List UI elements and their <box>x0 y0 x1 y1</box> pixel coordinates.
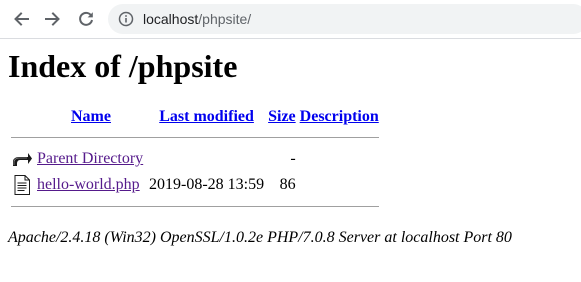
separator-row <box>10 199 380 214</box>
forward-button[interactable] <box>41 7 65 31</box>
icon-column-header <box>10 106 34 128</box>
table-row: hello-world.php 2019-08-28 13:59 86 <box>10 173 380 197</box>
server-signature: Apache/2.4.18 (Win32) OpenSSL/1.0.2e PHP… <box>8 229 512 246</box>
url-text[interactable]: localhost/phpsite/ <box>143 10 251 28</box>
bottom-divider <box>11 206 379 207</box>
name-column-header[interactable]: Name <box>36 106 146 128</box>
size-column-header[interactable]: Size <box>267 106 297 128</box>
row-icon-cell <box>10 147 34 171</box>
sort-by-last-modified-link[interactable]: Last modified <box>159 108 254 125</box>
back-button[interactable] <box>9 7 33 31</box>
reload-icon <box>79 11 93 26</box>
header-row: Name Last modified Size Description <box>10 106 380 128</box>
row-last-modified <box>148 147 265 171</box>
browser-toolbar: localhost/phpsite/ <box>0 0 581 39</box>
description-column-header[interactable]: Description <box>299 106 380 128</box>
row-name-cell[interactable]: Parent Directory <box>36 147 146 171</box>
top-divider <box>11 137 379 138</box>
back-arrow-icon <box>14 12 29 26</box>
directory-listing-table: Name Last modified Size Description Pare… <box>8 104 382 216</box>
url-host: localhost <box>143 11 199 27</box>
reload-button[interactable] <box>74 7 98 31</box>
separator-row <box>10 130 380 145</box>
sort-by-size-link[interactable]: Size <box>268 108 296 125</box>
parent-directory-icon <box>13 153 32 166</box>
forward-arrow-icon <box>45 12 60 26</box>
row-icon-cell <box>10 173 34 197</box>
row-description <box>299 173 380 197</box>
file-link[interactable]: hello-world.php <box>37 176 140 193</box>
row-description <box>299 147 380 171</box>
url-path: /phpsite/ <box>198 11 252 27</box>
sort-by-description-link[interactable]: Description <box>300 108 379 125</box>
info-icon[interactable] <box>118 11 134 27</box>
row-size: 86 <box>279 176 296 193</box>
last-modified-column-header[interactable]: Last modified <box>148 106 265 128</box>
text-file-icon <box>14 175 30 195</box>
parent-directory-link[interactable]: Parent Directory <box>37 150 143 167</box>
row-size: - <box>290 150 296 167</box>
row-name-cell[interactable]: hello-world.php <box>36 173 146 197</box>
row-last-modified: 2019-08-28 13:59 <box>149 176 265 193</box>
sort-by-name-link[interactable]: Name <box>71 108 111 125</box>
address-bar[interactable]: localhost/phpsite/ <box>108 4 581 34</box>
table-row: Parent Directory - <box>10 147 380 171</box>
page-title: Index of /phpsite <box>8 48 238 84</box>
